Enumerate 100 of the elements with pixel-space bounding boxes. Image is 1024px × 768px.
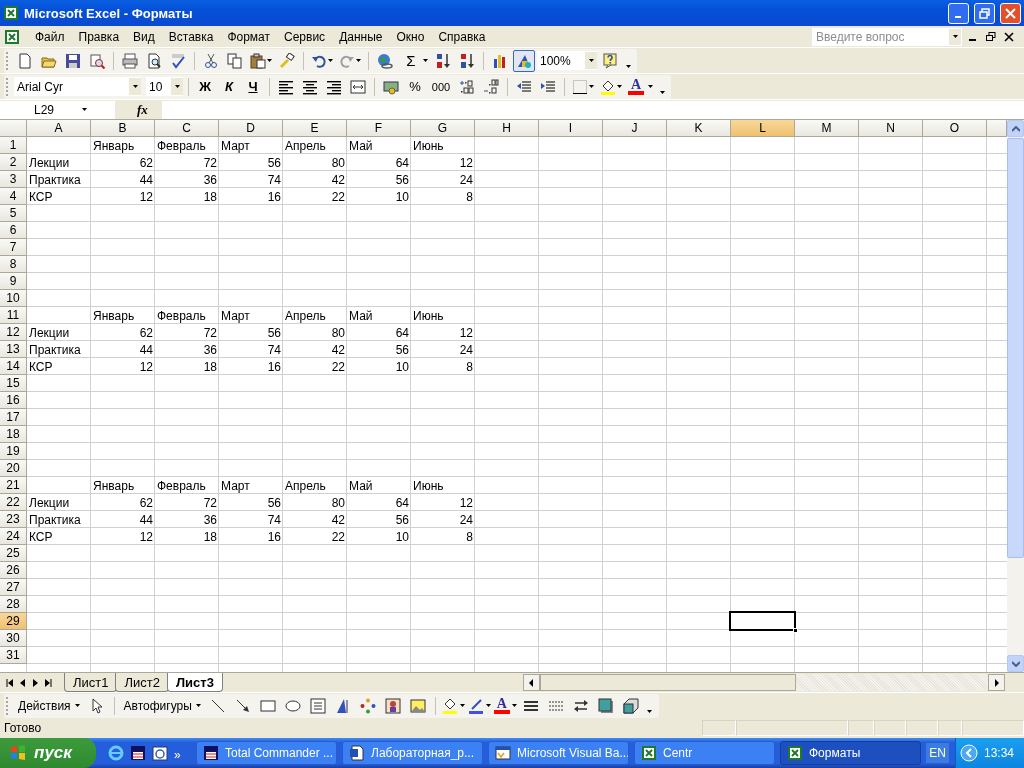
column-header[interactable]: G bbox=[411, 120, 475, 137]
caret-icon[interactable] bbox=[356, 59, 361, 62]
row-header[interactable]: 20 bbox=[0, 460, 27, 477]
name-box[interactable]: L29 bbox=[0, 100, 115, 119]
row-header[interactable]: 18 bbox=[0, 426, 27, 443]
sort-ascending-icon[interactable] bbox=[435, 52, 451, 69]
menu-item[interactable]: Файл bbox=[28, 27, 72, 46]
column-header[interactable]: B bbox=[91, 120, 155, 137]
column-header[interactable]: F bbox=[347, 120, 411, 137]
row-header[interactable]: 2 bbox=[0, 154, 27, 171]
font-color-button[interactable]: A bbox=[630, 78, 642, 91]
3d-style-icon[interactable] bbox=[622, 697, 639, 714]
decrease-decimal-icon[interactable] bbox=[483, 78, 499, 95]
scroll-left-button[interactable] bbox=[522, 674, 540, 691]
column-header[interactable]: L bbox=[731, 120, 795, 137]
document-icon[interactable] bbox=[4, 28, 20, 45]
first-sheet-icon[interactable] bbox=[6, 678, 13, 687]
row-header[interactable]: 31 bbox=[0, 647, 27, 664]
row-header[interactable]: 12 bbox=[0, 324, 27, 341]
spelling-check-icon[interactable] bbox=[170, 52, 186, 69]
browser-icon[interactable] bbox=[108, 745, 124, 761]
row-header[interactable]: 17 bbox=[0, 409, 27, 426]
column-header[interactable]: E bbox=[283, 120, 347, 137]
actions-menu-button[interactable]: Действия bbox=[15, 698, 83, 713]
underline-button[interactable]: Ч bbox=[242, 79, 264, 94]
spreadsheet-icon[interactable] bbox=[787, 745, 803, 761]
percent-button[interactable]: % bbox=[404, 79, 426, 94]
previous-sheet-icon[interactable] bbox=[19, 678, 26, 687]
row-header[interactable]: 6 bbox=[0, 222, 27, 239]
borders-icon[interactable] bbox=[572, 78, 588, 95]
paste-icon[interactable] bbox=[250, 52, 266, 69]
row-header[interactable]: 11 bbox=[0, 307, 27, 324]
column-header[interactable]: J bbox=[603, 120, 667, 137]
increase-indent-icon[interactable] bbox=[540, 78, 556, 95]
row-header[interactable]: 1 bbox=[0, 137, 27, 154]
scroll-down-button[interactable] bbox=[1007, 655, 1024, 672]
globe-link-icon[interactable] bbox=[377, 52, 393, 69]
oval-icon[interactable] bbox=[284, 697, 301, 714]
save-icon[interactable] bbox=[65, 52, 81, 69]
scroll-up-button[interactable] bbox=[1007, 120, 1024, 137]
font-field[interactable]: Arial Cyr bbox=[14, 77, 141, 96]
caret-icon[interactable] bbox=[459, 704, 465, 707]
last-sheet-icon[interactable] bbox=[45, 678, 52, 687]
thousands-separator-button[interactable]: 000 bbox=[428, 80, 454, 93]
app-icon[interactable] bbox=[3, 5, 19, 21]
minimize-button[interactable] bbox=[948, 2, 969, 24]
align-left-icon[interactable] bbox=[278, 78, 294, 95]
taskbar-button[interactable]: Centr bbox=[634, 741, 775, 765]
calendar-icon[interactable] bbox=[152, 745, 168, 761]
caret-icon[interactable] bbox=[952, 35, 958, 38]
menu-item[interactable]: Вид bbox=[126, 27, 162, 46]
column-header[interactable]: N bbox=[859, 120, 923, 137]
formula-input[interactable] bbox=[161, 100, 1024, 119]
toolbar-options-icon[interactable] bbox=[647, 709, 653, 713]
row-header[interactable]: 4 bbox=[0, 188, 27, 205]
floppy-icon[interactable] bbox=[130, 745, 146, 761]
printer-icon[interactable] bbox=[122, 52, 138, 69]
autosum-button[interactable]: Σ bbox=[400, 52, 422, 69]
row-header[interactable]: 19 bbox=[0, 443, 27, 460]
row-header[interactable]: 7 bbox=[0, 239, 27, 256]
caret-icon[interactable] bbox=[74, 704, 80, 707]
sheet-tab[interactable]: Лист2 bbox=[115, 673, 169, 692]
row-header[interactable]: 9 bbox=[0, 273, 27, 290]
row-header[interactable]: 13 bbox=[0, 341, 27, 358]
scroll-thumb[interactable] bbox=[539, 674, 796, 691]
column-header[interactable]: I bbox=[539, 120, 603, 137]
format-painter-icon[interactable] bbox=[279, 52, 295, 69]
font-color-button[interactable]: A bbox=[496, 697, 507, 710]
horizontal-scrollbar[interactable] bbox=[522, 673, 1005, 692]
increase-decimal-icon[interactable] bbox=[459, 78, 475, 95]
shadow-style-icon[interactable] bbox=[597, 697, 614, 714]
fill-color-icon[interactable] bbox=[600, 78, 616, 95]
column-header[interactable]: O bbox=[923, 120, 987, 137]
line-color-icon[interactable] bbox=[467, 697, 484, 714]
caret-icon[interactable] bbox=[267, 59, 272, 62]
decrease-indent-icon[interactable] bbox=[516, 78, 532, 95]
caret-icon[interactable] bbox=[648, 85, 653, 88]
line-icon[interactable] bbox=[209, 697, 226, 714]
caret-icon[interactable] bbox=[423, 59, 428, 62]
copy-icon[interactable] bbox=[227, 52, 243, 69]
text-box-icon[interactable] bbox=[309, 697, 326, 714]
sheet-tab[interactable]: Лист3 bbox=[166, 673, 223, 692]
row-header[interactable]: 24 bbox=[0, 528, 27, 545]
close-icon[interactable] bbox=[1004, 31, 1014, 42]
row-header[interactable]: 15 bbox=[0, 375, 27, 392]
menu-item[interactable]: Сервис bbox=[277, 27, 333, 46]
align-right-icon[interactable] bbox=[326, 78, 342, 95]
active-cell-border[interactable] bbox=[729, 611, 796, 631]
row-header[interactable]: 5 bbox=[0, 205, 27, 222]
align-center-icon[interactable] bbox=[302, 78, 318, 95]
menu-item[interactable]: Вставка bbox=[161, 27, 221, 46]
menu-item[interactable]: Правка bbox=[71, 27, 127, 46]
menu-item[interactable]: Формат bbox=[220, 27, 278, 46]
print-preview-icon[interactable] bbox=[146, 52, 162, 69]
chevron-icon[interactable] bbox=[960, 744, 978, 762]
row-header[interactable]: 29 bbox=[0, 613, 27, 630]
restore-button[interactable] bbox=[974, 2, 995, 24]
row-header[interactable]: 25 bbox=[0, 545, 27, 562]
bar-chart-icon[interactable] bbox=[492, 52, 508, 69]
toolbar-options-icon[interactable] bbox=[659, 90, 665, 94]
